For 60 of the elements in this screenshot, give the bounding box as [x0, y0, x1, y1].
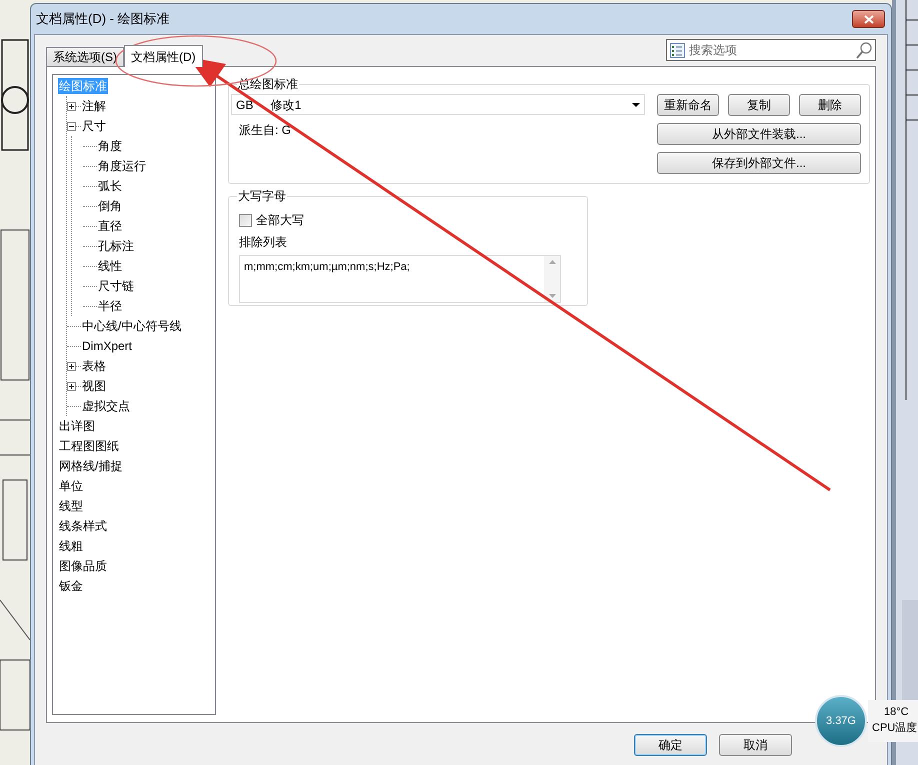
tree-item[interactable]: 网格线/捕捉 [58, 458, 124, 474]
close-icon [864, 14, 874, 24]
field-label: 排除列表 [239, 234, 288, 251]
dropdown-value: GB 修改1 [236, 96, 302, 114]
group-title: 大写字母 [237, 188, 287, 204]
tree-item[interactable]: 半径 [97, 298, 123, 314]
search-input[interactable]: 搜索选项 [689, 41, 852, 59]
derived-label: 派生自: G [238, 122, 292, 139]
scroll-up-icon [548, 260, 556, 264]
tree-item[interactable]: 工程图图纸 [58, 438, 120, 454]
tree-item[interactable]: 表格 [81, 358, 107, 374]
text-area[interactable]: m;mm;cm;km;um;µm;nm;s;Hz;Pa; [239, 255, 561, 303]
tree-item[interactable]: 弧长 [97, 178, 123, 194]
tree-item[interactable]: 孔标注 [97, 238, 135, 254]
dialog-button[interactable]: 从外部文件装载... [657, 123, 861, 145]
tree-item[interactable]: 视图 [81, 378, 107, 394]
dialog-button[interactable]: 删除 [799, 94, 861, 116]
tree-item[interactable]: 出详图 [58, 418, 96, 434]
tab[interactable]: 文档属性(D) [124, 45, 203, 67]
tree-item[interactable]: 线条样式 [58, 518, 108, 534]
tree-item[interactable]: 直径 [97, 218, 123, 234]
dialog-button[interactable]: 重新命名 [657, 94, 719, 116]
tree-item[interactable]: DimXpert [81, 338, 134, 354]
tree-item[interactable]: 线型 [58, 498, 84, 514]
collapse-icon[interactable] [67, 122, 76, 130]
tree-item[interactable]: 角度运行 [97, 158, 147, 174]
tree-item[interactable]: 注解 [81, 98, 107, 114]
window-title: 文档属性(D) - 绘图标准 [36, 10, 170, 28]
tree-item[interactable]: 图像品质 [58, 558, 108, 574]
search-icon [856, 42, 872, 58]
tree-item[interactable]: 线性 [97, 258, 123, 274]
close-button[interactable] [852, 10, 885, 28]
search-field[interactable]: 搜索选项 [666, 39, 876, 61]
list-icon [670, 42, 685, 58]
cpu-label: CPU温度 [872, 720, 918, 736]
cpu-temperature: 18°C [883, 705, 909, 720]
tree-item[interactable]: 中心线/中心符号线 [81, 318, 182, 334]
expand-icon[interactable] [67, 102, 76, 110]
dropdown[interactable]: GB 修改1 [231, 94, 645, 115]
tree-item[interactable]: 尺寸 [81, 118, 107, 134]
scrollbar[interactable] [544, 256, 560, 302]
expand-icon[interactable] [67, 362, 76, 370]
dialog-button[interactable]: 复制 [728, 94, 790, 116]
tree-item[interactable]: 钣金 [58, 578, 84, 594]
tree-item[interactable]: 虚拟交点 [81, 398, 131, 414]
tree-item[interactable]: 倒角 [97, 198, 123, 214]
dialog-button[interactable]: 保存到外部文件... [657, 152, 861, 174]
tab[interactable]: 系统选项(S) [46, 47, 124, 66]
tree-item[interactable]: 单位 [58, 478, 84, 494]
dropdown-arrow-icon [632, 102, 640, 106]
cpu-speed: 3.37G [826, 714, 856, 729]
scroll-down-icon [548, 294, 556, 298]
dialog-button[interactable]: 取消 [719, 734, 792, 756]
tree-item[interactable]: 角度 [97, 138, 123, 154]
dialog-button[interactable]: 确定 [634, 734, 707, 756]
checkbox[interactable] [239, 214, 252, 226]
expand-icon[interactable] [67, 382, 76, 390]
tree-item[interactable]: 线粗 [58, 538, 84, 554]
checkbox-label: 全部大写 [256, 212, 304, 229]
tree-item[interactable]: 尺寸链 [97, 278, 135, 294]
